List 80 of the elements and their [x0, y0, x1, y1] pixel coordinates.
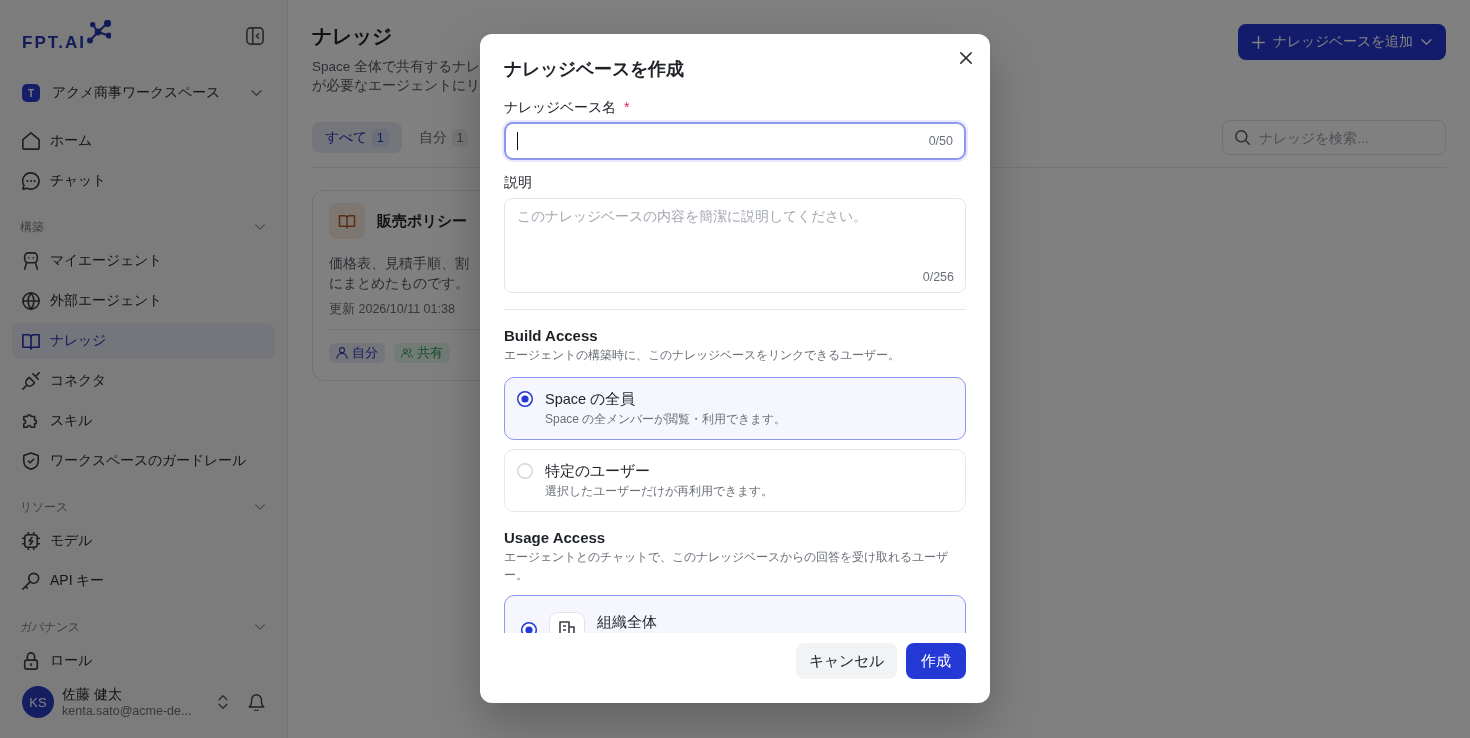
cancel-button[interactable]: キャンセル [796, 643, 897, 679]
count-badge: 1 [451, 128, 469, 147]
puzzle-icon [22, 412, 40, 430]
nav-item[interactable]: API キー [12, 563, 275, 599]
user-avatar: KS [22, 686, 54, 718]
nav-item[interactable]: チャット [12, 163, 275, 199]
char-counter: 0/256 [922, 270, 954, 285]
sidebar-toggle-icon[interactable] [246, 27, 264, 45]
home-icon [22, 132, 40, 150]
network-icon [86, 20, 111, 44]
book-icon [22, 332, 40, 350]
option-title: Space の全員 [545, 390, 636, 409]
nav-item[interactable]: マイエージェント [12, 243, 275, 279]
person-icon [336, 347, 348, 359]
create-button[interactable]: 作成 [906, 643, 966, 679]
page-description: が必要なエージェントにリ [312, 77, 480, 95]
option-description: 選択したユーザーだけが再利用できます。 [545, 483, 773, 500]
access-option[interactable]: 組織全体 [504, 595, 966, 633]
plug-icon [22, 372, 40, 390]
close-icon[interactable] [960, 52, 972, 64]
field-label: ナレッジベース名 [504, 98, 616, 117]
bell-icon[interactable] [248, 693, 265, 711]
workspace-switcher[interactable]: T アクメ商事ワークスペース [12, 78, 275, 108]
chevron-down-icon [1421, 39, 1432, 45]
globe-icon [22, 292, 40, 310]
text-cursor [517, 132, 518, 150]
nav-item[interactable]: ワークスペースのガードレール [12, 443, 275, 479]
add-knowledge-button[interactable]: ナレッジベースを追加 [1238, 24, 1446, 60]
tag: 共有 [394, 343, 450, 363]
user-email: kenta.sato@acme-de... [62, 702, 192, 720]
search-icon [1235, 130, 1250, 145]
shield-check-icon [22, 452, 40, 470]
section-heading: Usage Access [504, 528, 606, 548]
chip-icon [22, 532, 40, 550]
access-option[interactable]: 特定のユーザー 選択したユーザーだけが再利用できます。 [504, 449, 966, 512]
option-title: 組織全体 [597, 613, 657, 632]
user-menu[interactable]: KS 佐藤 健太 kenta.sato@acme-de... [22, 684, 228, 720]
nav-item[interactable]: コネクタ [12, 363, 275, 399]
tag: 自分 [329, 343, 385, 363]
lock-icon [22, 652, 40, 670]
nav-item[interactable]: 外部エージェント [12, 283, 275, 319]
nav-item[interactable]: モデル [12, 523, 275, 559]
nav-item[interactable]: ホーム [12, 123, 275, 159]
count-badge: 1 [372, 128, 389, 147]
access-option[interactable]: Space の全員 Space の全メンバーが閲覧・利用できます。 [504, 377, 966, 440]
book-icon [329, 203, 365, 239]
updated-time: 更新 2026/10/11 01:38 [329, 301, 455, 318]
nav-item[interactable]: ナレッジ [12, 323, 275, 359]
key-icon [22, 572, 40, 590]
page-description: Space 全体で共有するナレ [312, 58, 481, 76]
section-header[interactable]: 構築 [12, 217, 275, 237]
section-header[interactable]: リソース [12, 497, 275, 517]
required-mark: * [624, 98, 630, 117]
chevron-down-icon [251, 90, 262, 96]
logo-text: FPT.AI [22, 35, 86, 51]
chevron-up-down-icon [218, 695, 228, 709]
option-description: Space の全メンバーが閲覧・利用できます。 [545, 411, 787, 428]
dialog-title: ナレッジベースを作成 [504, 58, 684, 80]
robot-icon [22, 252, 40, 270]
card-title: 販売ポリシー [377, 211, 467, 231]
section-heading: Build Access [504, 326, 598, 346]
field-label: 説明 [504, 173, 532, 192]
chat-icon [22, 172, 40, 190]
nav-item[interactable]: ロール [12, 643, 275, 679]
section-description: エージェントの構築時に、このナレッジベースをリンクできるユーザー。 [504, 347, 901, 364]
section-description: エージェントとのチャットで、このナレッジベースからの回答を受け取れるユーザー。 [504, 549, 949, 584]
char-counter: 0/50 [928, 134, 953, 148]
user-name: 佐藤 健太 [62, 684, 122, 703]
plus-icon [1252, 35, 1265, 49]
tab[interactable]: すべて 1 [312, 122, 402, 153]
card-description: にまとめたものです。 [329, 274, 469, 293]
option-title: 特定のユーザー [545, 462, 650, 481]
name-input[interactable]: 0/50 [504, 122, 966, 160]
workspace-avatar: T [22, 84, 40, 102]
radio-button[interactable] [517, 391, 533, 407]
page-title: ナレッジ [312, 24, 392, 48]
section-header[interactable]: ガバナンス [12, 617, 275, 637]
nav-item[interactable]: スキル [12, 403, 275, 439]
card-description: 価格表、見積手順、割 [329, 255, 469, 273]
users-icon [401, 347, 413, 359]
